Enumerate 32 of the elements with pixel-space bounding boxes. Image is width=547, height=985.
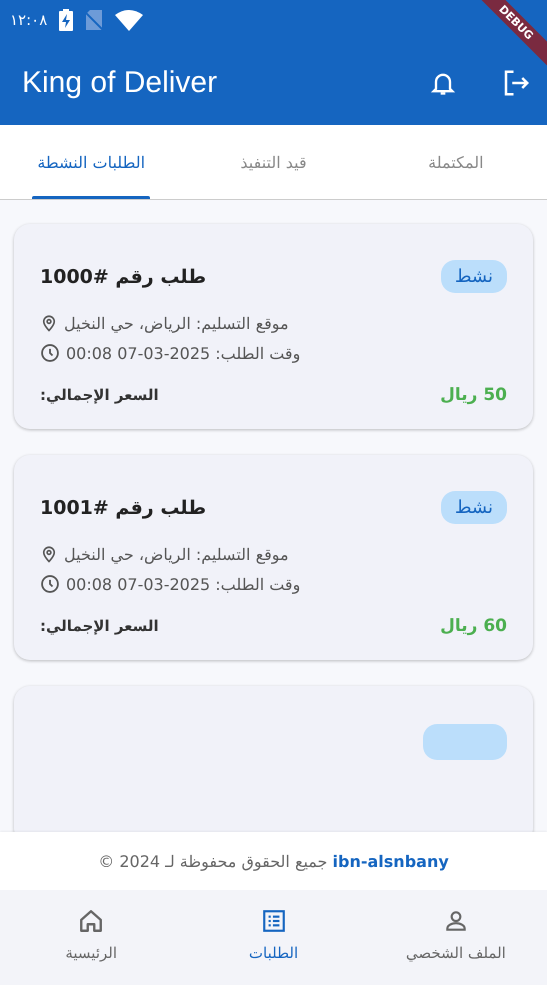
tab[interactable]: المكتملة [364,125,547,199]
price-label: السعر الإجمالي: [40,617,159,635]
owner-link[interactable]: ibn-alsnbany [332,852,449,870]
order-title: طلب رقم #1000 [40,266,206,288]
app-title: King of Deliver [22,66,218,100]
clock-icon [40,574,60,594]
status-time: ١٢:٠٨ [10,11,48,29]
nav-item[interactable]: الطلبات [182,890,365,985]
no-sim-icon [85,9,104,31]
battery-charging-icon [59,9,74,31]
location-pin-icon [40,544,58,564]
clock-icon [40,343,60,363]
order-title: طلب رقم #1001 [40,496,206,518]
tab[interactable]: الطلبات النشطة [0,125,182,199]
home-icon [78,908,104,934]
order-time: وقت الطلب: 2025-03-07 00:08 [66,344,300,362]
location-pin-icon [40,313,58,333]
order-time: وقت الطلب: 2025-03-07 00:08 [66,574,300,594]
delivery-location: موقع التسليم: الرياض، حي النخيل [64,314,289,332]
wifi-icon [115,9,144,31]
delivery-location: موقع التسليم: الرياض، حي النخيل [64,544,289,564]
status-badge: نشط [440,491,507,524]
order-card[interactable]: طلب رقم #1001 نشط موقع التسليم: الرياض، حي النخيل وقت الطلب: 2025-03-07 00:08 السعر الإجمالي: 60 ريال [14,455,533,660]
tab[interactable]: قيد التنفيذ [182,125,365,199]
nav-item[interactable]: الرئيسية [0,890,182,985]
nav-item[interactable]: الملف الشخصي [364,890,547,985]
price-value: 60 ريال [440,616,507,636]
order-card[interactable]: طلب رقم #1000 نشط موقع التسليم: الرياض، حي النخيل وقت الطلب: 2025-03-07 00:08 السعر الإجمالي: 50 ريال [14,224,533,429]
price-label: السعر الإجمالي: [40,386,159,404]
status-badge: نشط [440,260,507,293]
list-icon [260,908,287,934]
price-value: 50 ريال [440,385,507,405]
